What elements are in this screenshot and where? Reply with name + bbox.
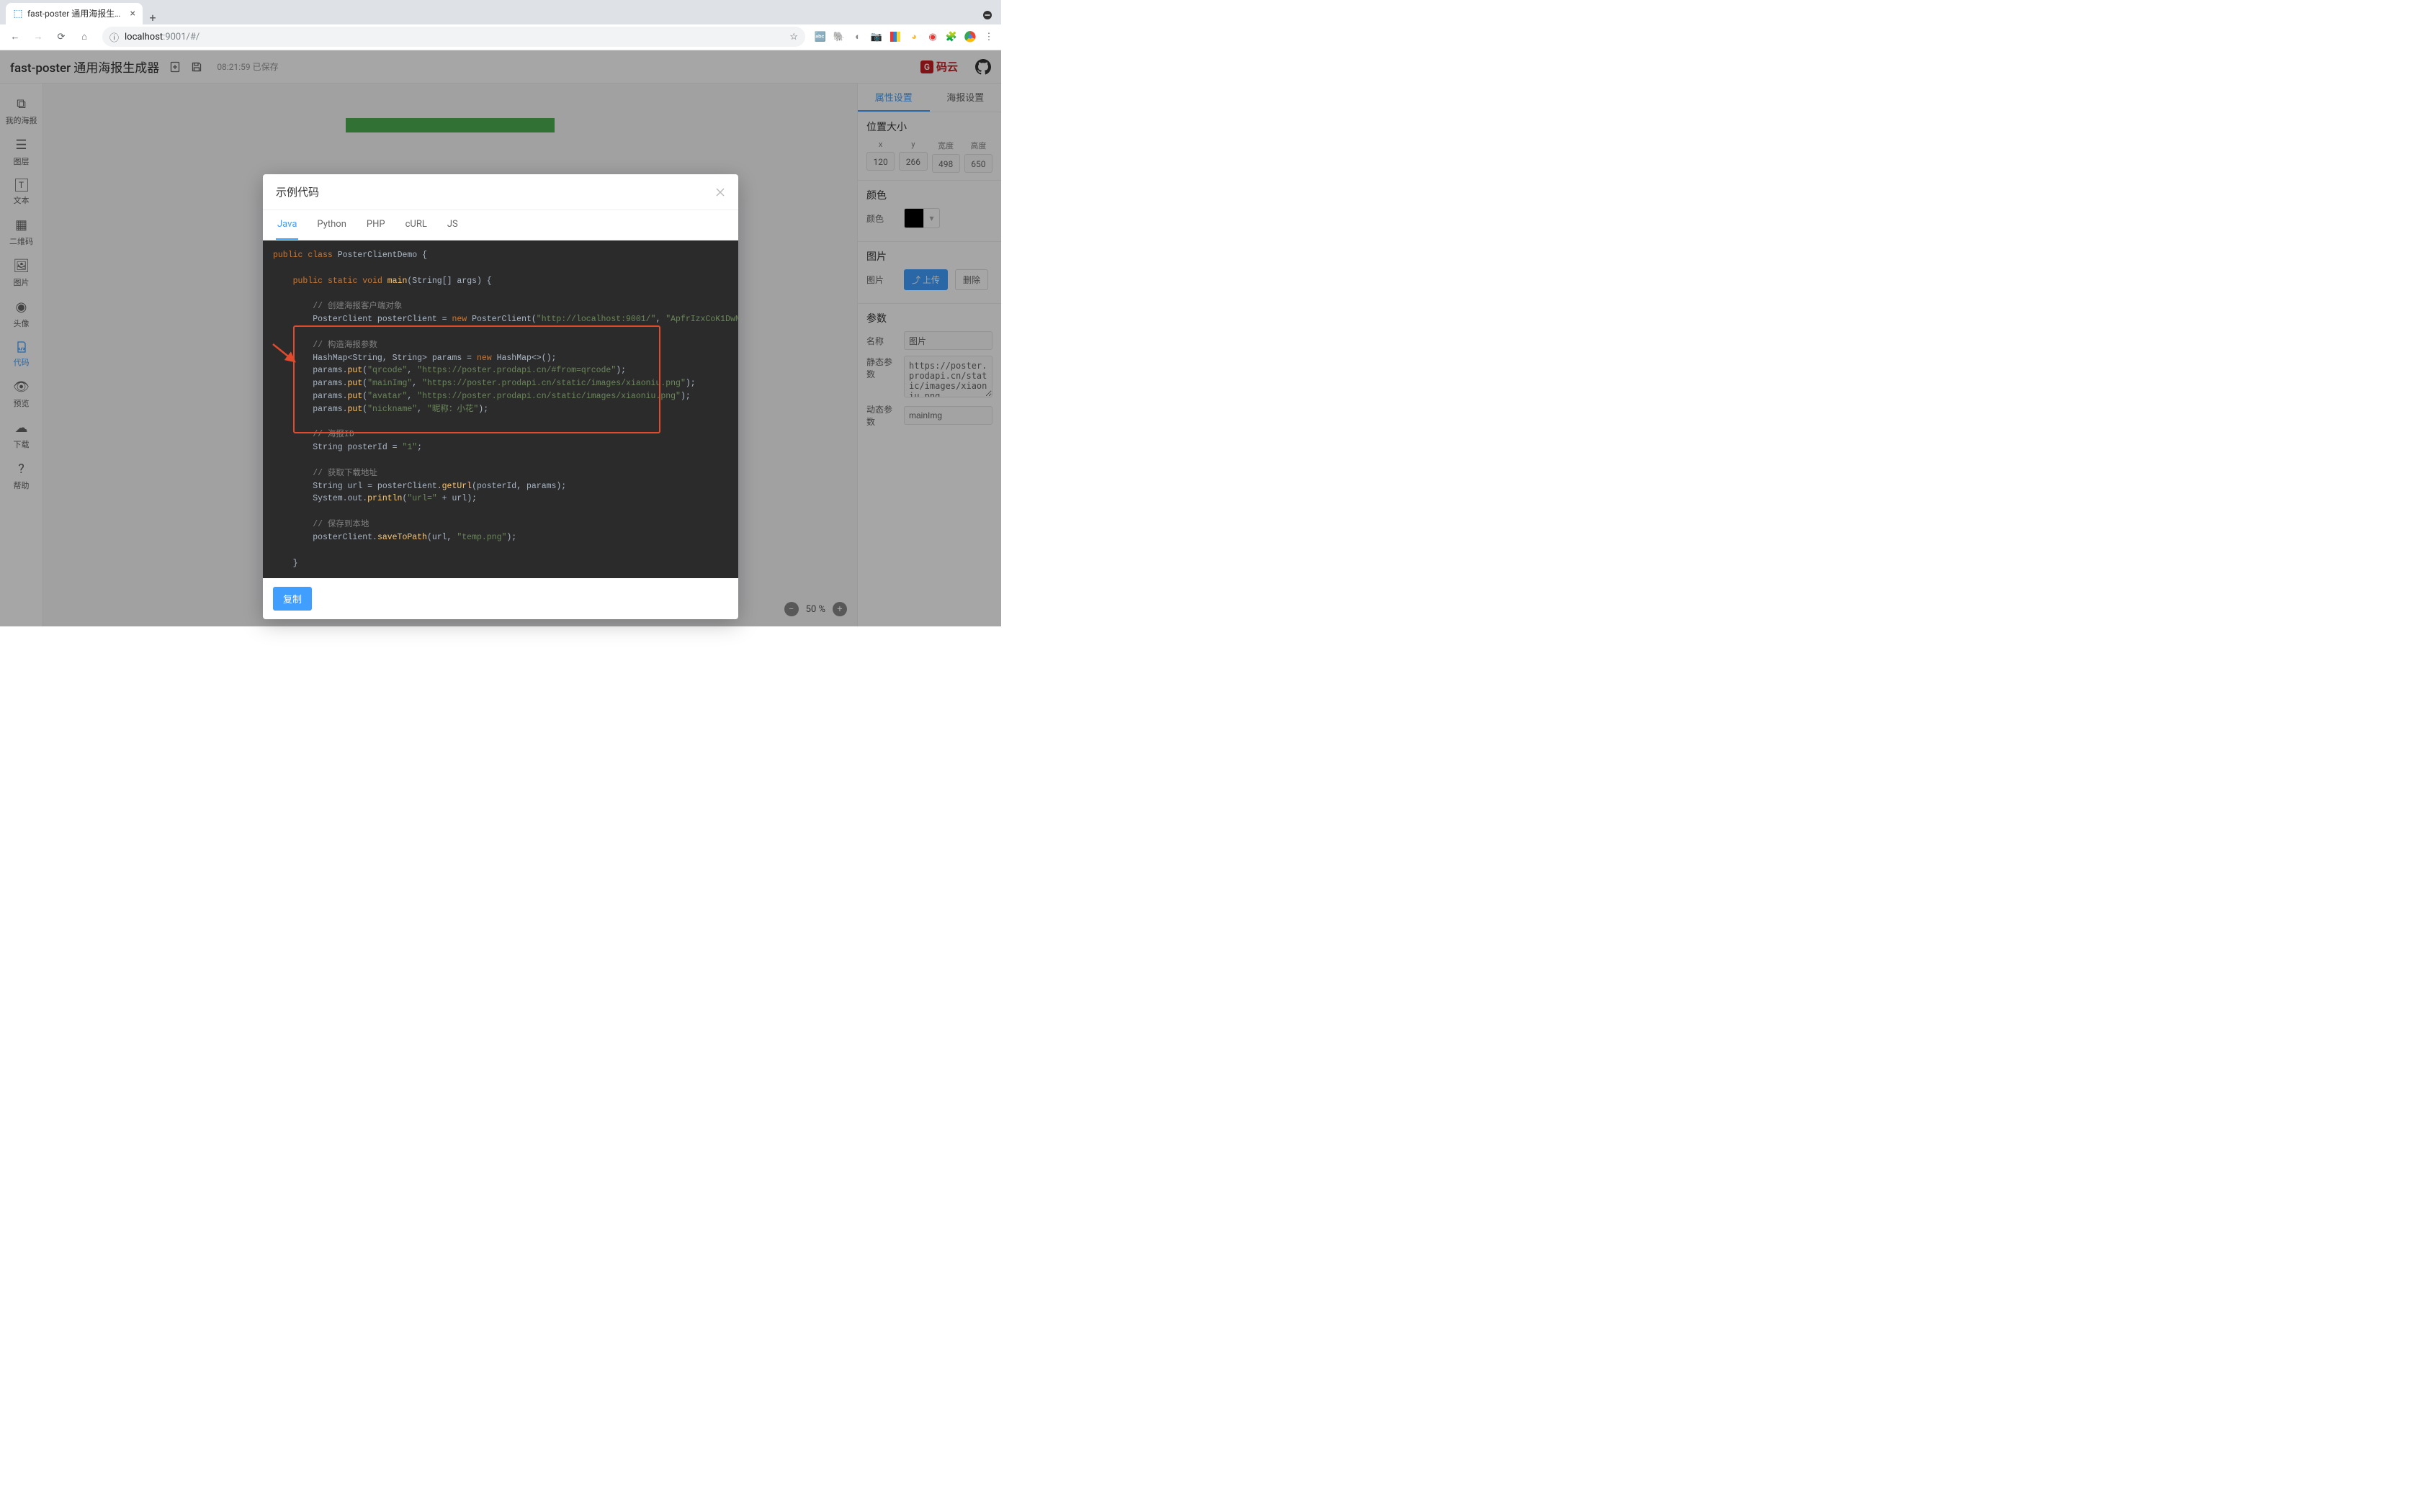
tab-python[interactable]: Python bbox=[315, 210, 347, 240]
annotation-arrow-icon bbox=[270, 341, 299, 370]
code-block[interactable]: public class PosterClientDemo { public s… bbox=[263, 240, 738, 578]
close-icon[interactable]: × bbox=[130, 8, 135, 19]
url-text: localhost:9001/#/ bbox=[125, 32, 784, 42]
browser-tab[interactable]: ⬚ fast-poster 通用海报生成器 V1... × bbox=[6, 3, 143, 24]
menu-icon[interactable]: ⋮ bbox=[982, 30, 995, 43]
star-icon[interactable]: ☆ bbox=[789, 32, 798, 42]
window-minimize-icon[interactable] bbox=[982, 10, 1001, 24]
grey-ext-icon[interactable]: ◐ bbox=[851, 30, 864, 43]
red-ext-icon[interactable]: ◉ bbox=[926, 30, 939, 43]
copy-button[interactable]: 复制 bbox=[273, 587, 312, 611]
translate-ext-icon[interactable]: 🔤 bbox=[814, 30, 827, 43]
code-sample-modal: 示例代码 Java Python PHP cURL JS public clas… bbox=[263, 174, 738, 619]
colorblock-ext-icon[interactable] bbox=[889, 30, 902, 43]
chrome-profile-icon[interactable] bbox=[964, 30, 977, 43]
tab-js[interactable]: JS bbox=[446, 210, 460, 240]
tab-php[interactable]: PHP bbox=[365, 210, 387, 240]
modal-footer: 复制 bbox=[263, 578, 738, 619]
tab-curl[interactable]: cURL bbox=[404, 210, 429, 240]
extension-icons: 🔤 🐘 ◐ 📷 ◕ ◉ 🧩 ⋮ bbox=[814, 30, 995, 43]
evernote-ext-icon[interactable]: 🐘 bbox=[833, 30, 846, 43]
tab-strip: ⬚ fast-poster 通用海报生成器 V1... × + bbox=[0, 0, 1001, 24]
address-row: ← → ⟳ ⌂ ⓘ localhost:9001/#/ ☆ 🔤 🐘 ◐ 📷 ◕ … bbox=[0, 24, 1001, 50]
browser-chrome: ⬚ fast-poster 通用海报生成器 V1... × + ← → ⟳ ⌂ … bbox=[0, 0, 1001, 50]
camera-ext-icon[interactable]: 📷 bbox=[870, 30, 883, 43]
extensions-icon[interactable]: 🧩 bbox=[945, 30, 958, 43]
new-tab-button[interactable]: + bbox=[143, 11, 163, 24]
tab-title: fast-poster 通用海报生成器 V1... bbox=[27, 7, 126, 19]
app-shell: fast-poster 通用海报生成器 08:21:59 已保存 G 码云 ⧉我… bbox=[0, 50, 1001, 626]
close-icon[interactable] bbox=[715, 187, 725, 197]
cube-icon: ⬚ bbox=[13, 9, 23, 19]
home-button[interactable]: ⌂ bbox=[75, 27, 94, 46]
forward-button: → bbox=[29, 27, 48, 46]
yellow-ext-icon[interactable]: ◕ bbox=[908, 30, 920, 43]
reload-button[interactable]: ⟳ bbox=[52, 27, 71, 46]
site-info-icon[interactable]: ⓘ bbox=[109, 30, 119, 44]
tab-java[interactable]: Java bbox=[276, 210, 298, 240]
modal-body: Java Python PHP cURL JS public class Pos… bbox=[263, 210, 738, 578]
modal-header: 示例代码 bbox=[263, 174, 738, 210]
code-language-tabs: Java Python PHP cURL JS bbox=[263, 210, 738, 240]
address-bar[interactable]: ⓘ localhost:9001/#/ ☆ bbox=[102, 27, 805, 47]
modal-title: 示例代码 bbox=[276, 184, 715, 199]
back-button[interactable]: ← bbox=[6, 27, 24, 46]
